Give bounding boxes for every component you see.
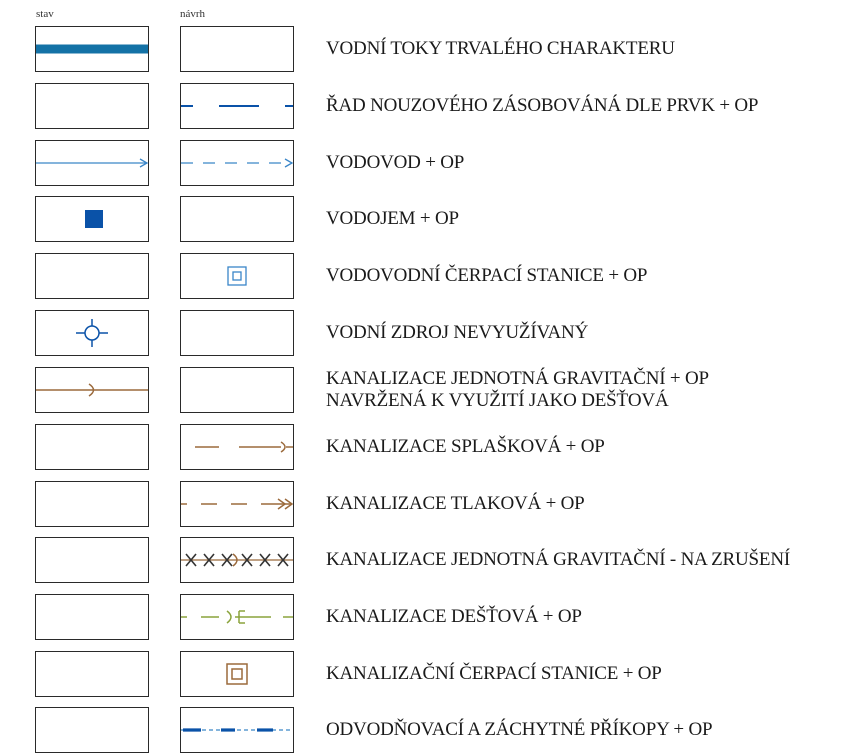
- legend-label: KANALIZACE DEŠŤOVÁ + OP: [326, 606, 582, 627]
- legend-row-kanalizace-destova: KANALIZACE DEŠŤOVÁ + OP: [0, 594, 844, 640]
- symbol-stav: [35, 367, 149, 413]
- legend-label: KANALIZACE JEDNOTNÁ GRAVITAČNÍ - NA ZRUŠ…: [326, 549, 790, 570]
- symbol-navrh: [180, 253, 294, 299]
- legend-row-vodni-toky: VODNÍ TOKY TRVALÉHO CHARAKTERU: [0, 26, 844, 72]
- legend-label: VODNÍ TOKY TRVALÉHO CHARAKTERU: [326, 38, 675, 59]
- legend-row-vodovod: VODOVOD + OP: [0, 140, 844, 186]
- symbol-stav: [35, 196, 149, 242]
- legend-row-vodojem: VODOJEM + OP: [0, 196, 844, 242]
- legend-row-kanalizace-na-zruseni: KANALIZACE JEDNOTNÁ GRAVITAČNÍ - NA ZRUŠ…: [0, 537, 844, 583]
- header-navrh: návrh: [180, 8, 206, 20]
- symbol-navrh: [180, 83, 294, 129]
- symbol-navrh: [180, 651, 294, 697]
- water-main-arrow-symbol: [36, 158, 149, 168]
- reservoir-square-icon: [85, 210, 103, 228]
- symbol-stav: [35, 310, 149, 356]
- legend-row-kanalizace-jednotna: KANALIZACE JEDNOTNÁ GRAVITAČNÍ + OP NAVR…: [0, 367, 844, 413]
- symbol-navrh: [180, 367, 294, 413]
- legend-row-odvodnovaci-prikopy: ODVODŇOVACÍ A ZÁCHYTNÉ PŘÍKOPY + OP: [0, 707, 844, 753]
- header-stav: stav: [36, 8, 54, 20]
- water-main-dashed-arrow-symbol: [181, 158, 294, 168]
- drainage-ditch-symbol: [181, 728, 293, 732]
- legend-label: KANALIZACE JEDNOTNÁ GRAVITAČNÍ + OP NAVR…: [326, 368, 709, 411]
- legend-label: VODNÍ ZDROJ NEVYUŽÍVANÝ: [326, 322, 589, 343]
- symbol-navrh: [180, 310, 294, 356]
- sewage-pump-station-icon: [226, 663, 248, 685]
- symbol-stav: [35, 707, 149, 753]
- storm-sewer-symbol: [181, 610, 293, 624]
- legend-row-vodovodni-cerpaci: VODOVODNÍ ČERPACÍ STANICE + OP: [0, 253, 844, 299]
- legend-label: KANALIZAČNÍ ČERPACÍ STANICE + OP: [326, 663, 662, 684]
- legend-row-rad-nouzoveho: ŘAD NOUZOVÉHO ZÁSOBOVÁNÁ DLE PRVK + OP: [0, 83, 844, 129]
- legend-row-kanalizace-splaskova: KANALIZACE SPLAŠKOVÁ + OP: [0, 424, 844, 470]
- symbol-stav: [35, 424, 149, 470]
- legend-row-vodni-zdroj: VODNÍ ZDROJ NEVYUŽÍVANÝ: [0, 310, 844, 356]
- symbol-stav: [35, 537, 149, 583]
- symbol-stav: [35, 26, 149, 72]
- combined-sewer-symbol: [36, 383, 148, 397]
- emergency-supply-line-symbol: [181, 105, 293, 107]
- symbol-navrh: [180, 26, 294, 72]
- symbol-stav: [35, 140, 149, 186]
- water-source-crosshair-icon: [76, 319, 108, 347]
- legend-label: KANALIZACE SPLAŠKOVÁ + OP: [326, 436, 605, 457]
- legend-label: KANALIZACE TLAKOVÁ + OP: [326, 493, 585, 514]
- symbol-stav: [35, 651, 149, 697]
- sewer-removal-symbol: [181, 553, 293, 567]
- legend-row-kanalizace-tlakova: KANALIZACE TLAKOVÁ + OP: [0, 481, 844, 527]
- legend-row-kanalizacni-cerpaci: KANALIZAČNÍ ČERPACÍ STANICE + OP: [0, 651, 844, 697]
- sanitary-sewer-symbol: [195, 441, 293, 453]
- symbol-navrh: [180, 537, 294, 583]
- water-pump-station-icon: [227, 266, 247, 286]
- water-stream-symbol: [36, 44, 148, 54]
- symbol-navrh: [180, 140, 294, 186]
- legend-label: VODOJEM + OP: [326, 208, 459, 229]
- symbol-stav: [35, 594, 149, 640]
- symbol-stav: [35, 481, 149, 527]
- symbol-navrh: [180, 424, 294, 470]
- symbol-stav: [35, 83, 149, 129]
- legend-label: ŘAD NOUZOVÉHO ZÁSOBOVÁNÁ DLE PRVK + OP: [326, 95, 759, 116]
- symbol-navrh: [180, 594, 294, 640]
- legend-label: VODOVOD + OP: [326, 152, 465, 173]
- symbol-navrh: [180, 196, 294, 242]
- pressure-sewer-symbol: [181, 498, 294, 510]
- legend-label: ODVODŇOVACÍ A ZÁCHYTNÉ PŘÍKOPY + OP: [326, 719, 713, 740]
- symbol-navrh: [180, 481, 294, 527]
- symbol-stav: [35, 253, 149, 299]
- legend-label: VODOVODNÍ ČERPACÍ STANICE + OP: [326, 265, 648, 286]
- symbol-navrh: [180, 707, 294, 753]
